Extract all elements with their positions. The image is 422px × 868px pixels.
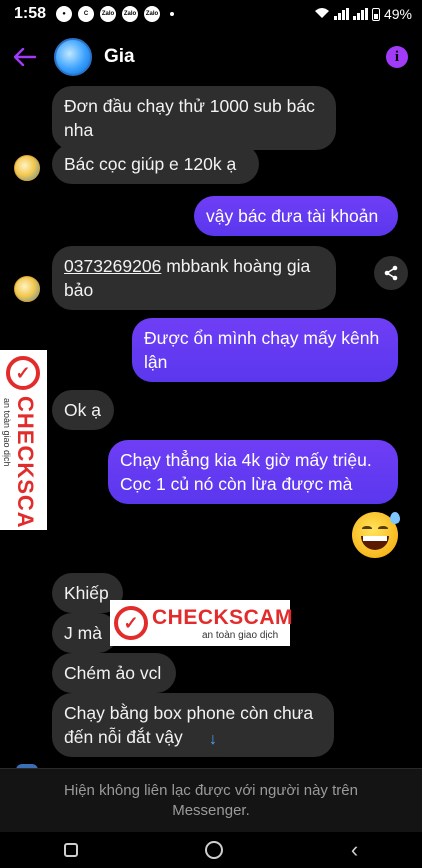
message-incoming[interactable]: Đơn đầu chạy thử 1000 sub bác nha	[52, 86, 336, 150]
message-text: Đơn đầu chạy thử 1000 sub bác nha	[64, 96, 315, 140]
wifi-icon	[314, 6, 330, 22]
battery-percent: 49%	[383, 6, 412, 22]
message-text: vậy bác đưa tài khoản	[206, 206, 379, 226]
info-icon[interactable]: i	[386, 46, 408, 68]
share-icon	[384, 265, 398, 281]
arrow-down-icon: ↓	[209, 731, 217, 748]
contact-avatar-small[interactable]	[14, 155, 40, 181]
share-button[interactable]	[374, 256, 408, 290]
checkmark-shield-icon: ✓	[114, 606, 148, 640]
message-text: Chém ảo vcl	[64, 663, 162, 683]
more-notifications-dot-icon	[170, 12, 175, 16]
status-bar: 1:58 ● C Zalo Zalo Zalo 49%	[0, 0, 422, 28]
sweat-smile-emoji[interactable]	[352, 512, 400, 558]
message-text: Ok ạ	[64, 400, 101, 420]
message-text: Bác cọc giúp e 120k ạ	[64, 154, 237, 174]
contact-avatar-small[interactable]	[14, 276, 40, 302]
message-incoming[interactable]: Bác cọc giúp e 120k ạ	[52, 144, 259, 184]
message-text: J mà	[64, 623, 102, 643]
contact-name[interactable]: Gia	[104, 46, 135, 68]
unavailable-notice: Hiện không liên lạc được với người này t…	[0, 768, 422, 832]
message-text: Chạy bằng box phone còn chưa đến nỗi đắt…	[64, 703, 314, 747]
watermark-brand: CHECKSCAM	[152, 606, 293, 629]
message-text: Chạy thẳng kia 4k giờ mấy triệu. Cọc 1 c…	[120, 450, 372, 494]
message-incoming[interactable]: Chạy bằng box phone còn chưa đến nỗi đắt…	[52, 693, 334, 757]
contact-avatar[interactable]	[54, 38, 92, 76]
checkmark-shield-icon: ✓	[6, 356, 40, 390]
message-outgoing[interactable]: vậy bác đưa tài khoản	[194, 196, 398, 236]
zalo-notification-icon: Zalo	[144, 6, 161, 22]
watermark-brand: CHECKSCAM	[13, 396, 38, 530]
system-nav-bar: ‹	[0, 832, 422, 868]
message-incoming[interactable]: J mà	[52, 613, 118, 653]
c-app-notification-icon: C	[78, 6, 95, 22]
message-outgoing[interactable]: Được ổn mình chạy mấy kênh lận	[132, 318, 398, 382]
checkscam-watermark-vertical: ✓ CHECKSCAM an toàn giao dịch	[0, 350, 47, 530]
battery-icon	[371, 7, 380, 21]
zalo-notification-icon: Zalo	[122, 6, 139, 22]
recent-apps-icon[interactable]	[63, 843, 78, 857]
notice-line-1: Hiện không liên lạc được với người này t…	[64, 782, 358, 799]
home-icon[interactable]	[205, 841, 224, 859]
chat-header: Gia i	[0, 28, 422, 86]
account-number-link[interactable]: 0373269206	[64, 256, 161, 276]
message-text: Được ổn mình chạy mấy kênh lận	[144, 328, 380, 372]
watermark-tagline: an toàn giao dịch	[2, 398, 12, 467]
message-text: Khiếp	[64, 583, 109, 603]
notice-line-2: Messenger.	[172, 802, 250, 819]
back-chevron-icon[interactable]: ‹	[351, 839, 358, 861]
watermark-tagline: an toàn giao dịch	[202, 630, 279, 641]
signal-icon	[333, 8, 349, 20]
message-incoming[interactable]: Ok ạ	[52, 390, 114, 430]
message-outgoing[interactable]: Chạy thẳng kia 4k giờ mấy triệu. Cọc 1 c…	[108, 440, 398, 504]
scroll-down-button[interactable]: ↓	[200, 727, 226, 753]
signal-icon	[352, 8, 368, 20]
messenger-notification-icon: ●	[56, 6, 73, 22]
status-time: 1:58	[14, 5, 47, 22]
zalo-notification-icon: Zalo	[100, 6, 117, 22]
back-arrow-icon[interactable]	[13, 42, 44, 73]
message-incoming[interactable]: Chém ảo vcl	[52, 653, 176, 693]
message-incoming[interactable]: 0373269206 mbbank hoàng gia bảo	[52, 246, 336, 310]
checkscam-watermark-horizontal: ✓ CHECKSCAM an toàn giao dịch	[110, 600, 293, 646]
